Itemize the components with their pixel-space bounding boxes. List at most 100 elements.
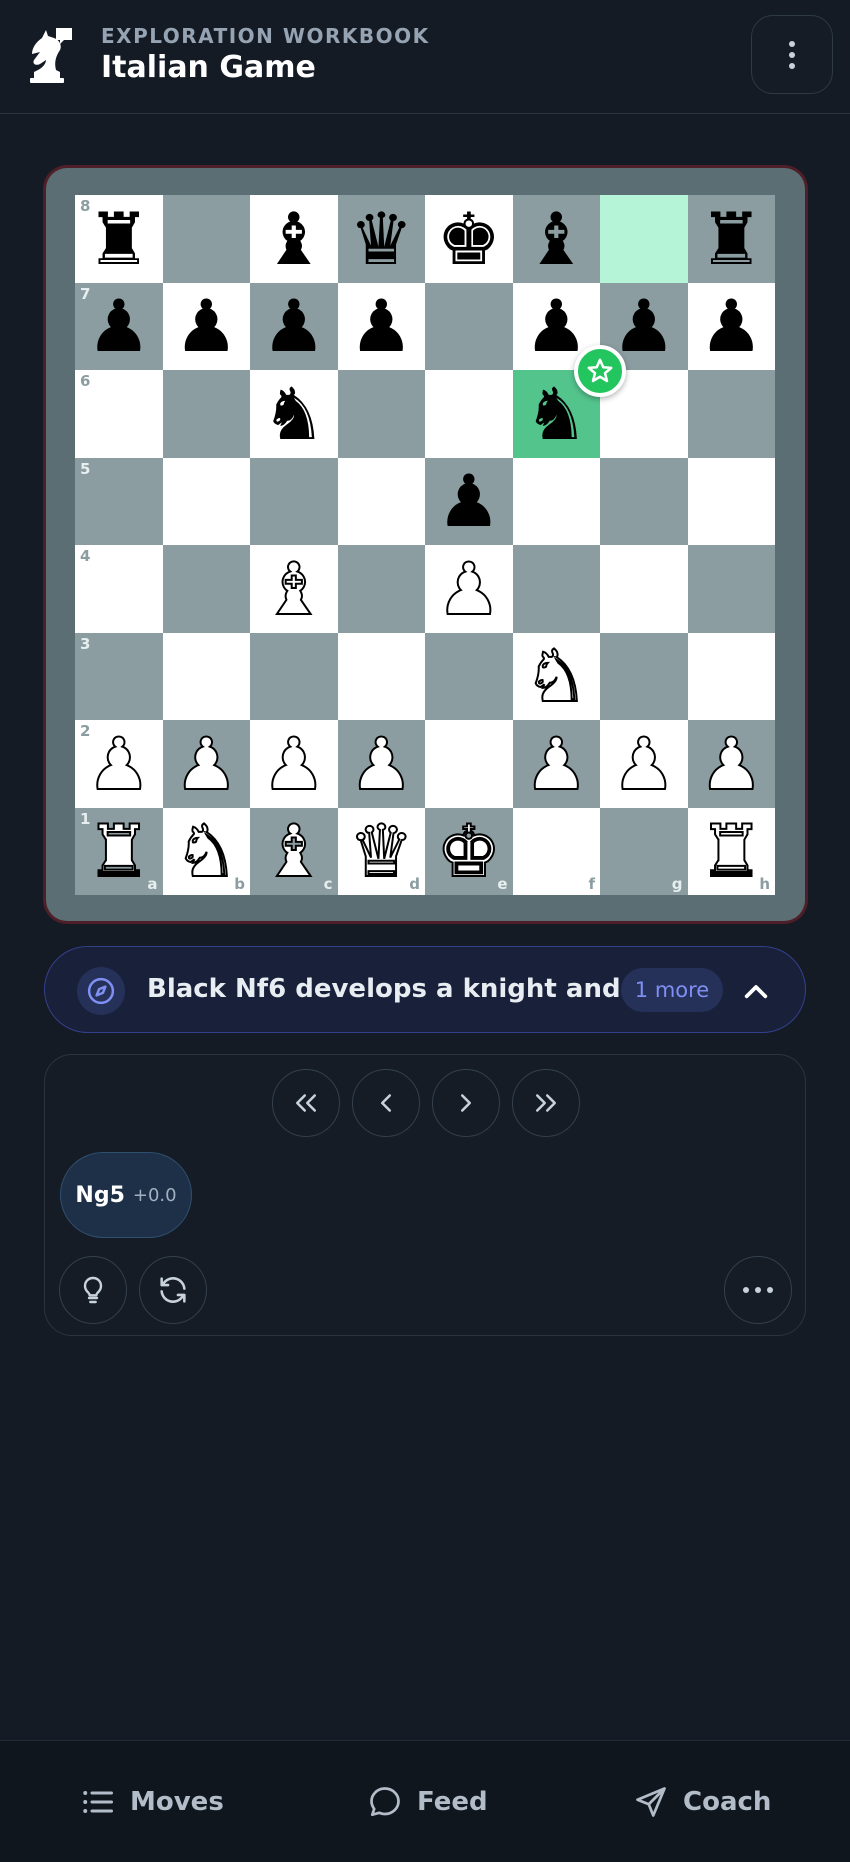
- square-b3[interactable]: [162, 632, 250, 720]
- black-pawn-icon[interactable]: ♟: [699, 290, 764, 362]
- black-queen-icon[interactable]: ♛: [349, 203, 414, 275]
- square-a2[interactable]: 2 ♟: [75, 720, 163, 808]
- white-pawn-icon[interactable]: ♟: [435, 552, 502, 626]
- square-a1[interactable]: 1 a ♜: [75, 807, 163, 895]
- black-bishop-icon[interactable]: ♝: [524, 203, 589, 275]
- white-bishop-icon[interactable]: ♝: [260, 814, 327, 888]
- square-e4[interactable]: ♟: [425, 545, 513, 633]
- white-pawn-icon[interactable]: ♟: [85, 727, 152, 801]
- white-pawn-icon[interactable]: ♟: [260, 727, 327, 801]
- square-c8[interactable]: ♝: [250, 195, 338, 283]
- black-rook-icon[interactable]: ♜: [86, 203, 151, 275]
- square-d5[interactable]: [337, 457, 425, 545]
- square-b2[interactable]: ♟: [162, 720, 250, 808]
- square-b5[interactable]: [162, 457, 250, 545]
- square-e5[interactable]: ♟: [425, 457, 513, 545]
- square-d6[interactable]: [337, 370, 425, 458]
- square-b4[interactable]: [162, 545, 250, 633]
- square-e2[interactable]: [425, 720, 513, 808]
- square-g2[interactable]: ♟: [600, 720, 688, 808]
- nav-moves[interactable]: Moves: [80, 1741, 224, 1862]
- black-pawn-icon[interactable]: ♟: [436, 465, 501, 537]
- black-rook-icon[interactable]: ♜: [699, 203, 764, 275]
- white-rook-icon[interactable]: ♜: [698, 814, 765, 888]
- candidate-move-chip[interactable]: Ng5 +0.0: [60, 1152, 192, 1238]
- white-queen-icon[interactable]: ♛: [348, 814, 415, 888]
- white-king-icon[interactable]: ♚: [435, 814, 502, 888]
- square-d2[interactable]: ♟: [337, 720, 425, 808]
- square-a6[interactable]: 6: [75, 370, 163, 458]
- square-e8[interactable]: ♚: [425, 195, 513, 283]
- white-bishop-icon[interactable]: ♝: [260, 552, 327, 626]
- square-d1[interactable]: d ♛: [337, 807, 425, 895]
- chess-board[interactable]: 8 ♜ ♝ ♛ ♚ ♝ ♜ 7 ♟ ♟ ♟ ♟ ♟ ♟ ♟ 6 ♞ ♞ 5 ♟ 4 ♝ ♟ 3 ♞ 2 ♟ ♟ ♟ ♟ ♟ ♟ ♟ 1 a ♜ b ♞ c ♝…: [75, 195, 775, 895]
- black-knight-icon[interactable]: ♞: [524, 378, 589, 450]
- square-d3[interactable]: [337, 632, 425, 720]
- square-c7[interactable]: ♟: [250, 282, 338, 370]
- nav-feed[interactable]: Feed: [367, 1741, 488, 1862]
- next-move-button[interactable]: [432, 1069, 500, 1137]
- square-g4[interactable]: [600, 545, 688, 633]
- square-g3[interactable]: [600, 632, 688, 720]
- square-d8[interactable]: ♛: [337, 195, 425, 283]
- square-f2[interactable]: ♟: [512, 720, 600, 808]
- square-b8[interactable]: [162, 195, 250, 283]
- white-rook-icon[interactable]: ♜: [85, 814, 152, 888]
- square-e1[interactable]: e ♚: [425, 807, 513, 895]
- square-h1[interactable]: h ♜: [687, 807, 775, 895]
- square-h8[interactable]: ♜: [687, 195, 775, 283]
- square-h7[interactable]: ♟: [687, 282, 775, 370]
- last-move-button[interactable]: [512, 1069, 580, 1137]
- white-pawn-icon[interactable]: ♟: [610, 727, 677, 801]
- square-a3[interactable]: 3: [75, 632, 163, 720]
- square-f3[interactable]: ♞: [512, 632, 600, 720]
- square-g1[interactable]: g: [600, 807, 688, 895]
- square-f1[interactable]: f: [512, 807, 600, 895]
- square-f4[interactable]: [512, 545, 600, 633]
- square-h4[interactable]: [687, 545, 775, 633]
- square-b1[interactable]: b ♞: [162, 807, 250, 895]
- black-pawn-icon[interactable]: ♟: [86, 290, 151, 362]
- white-knight-icon[interactable]: ♞: [173, 814, 240, 888]
- square-e6[interactable]: [425, 370, 513, 458]
- square-c4[interactable]: ♝: [250, 545, 338, 633]
- square-a5[interactable]: 5: [75, 457, 163, 545]
- hint-button[interactable]: [59, 1256, 127, 1324]
- square-h5[interactable]: [687, 457, 775, 545]
- white-pawn-icon[interactable]: ♟: [173, 727, 240, 801]
- square-h3[interactable]: [687, 632, 775, 720]
- chevron-up-icon[interactable]: [740, 975, 772, 1007]
- white-pawn-icon[interactable]: ♟: [348, 727, 415, 801]
- more-comments-badge[interactable]: 1 more: [621, 968, 723, 1012]
- white-knight-icon[interactable]: ♞: [523, 639, 590, 713]
- square-e3[interactable]: [425, 632, 513, 720]
- black-pawn-icon[interactable]: ♟: [349, 290, 414, 362]
- square-b7[interactable]: ♟: [162, 282, 250, 370]
- white-pawn-icon[interactable]: ♟: [698, 727, 765, 801]
- square-b6[interactable]: [162, 370, 250, 458]
- square-e7[interactable]: [425, 282, 513, 370]
- square-c2[interactable]: ♟: [250, 720, 338, 808]
- black-bishop-icon[interactable]: ♝: [261, 203, 326, 275]
- square-c3[interactable]: [250, 632, 338, 720]
- black-pawn-icon[interactable]: ♟: [611, 290, 676, 362]
- square-c5[interactable]: [250, 457, 338, 545]
- square-g8[interactable]: [600, 195, 688, 283]
- flip-board-button[interactable]: [139, 1256, 207, 1324]
- white-pawn-icon[interactable]: ♟: [523, 727, 590, 801]
- black-knight-icon[interactable]: ♞: [261, 378, 326, 450]
- square-d7[interactable]: ♟: [337, 282, 425, 370]
- square-a4[interactable]: 4: [75, 545, 163, 633]
- move-comment-bar[interactable]: Black Nf6 develops a knight and ... 1 mo…: [44, 946, 806, 1033]
- previous-move-button[interactable]: [352, 1069, 420, 1137]
- square-f5[interactable]: [512, 457, 600, 545]
- black-king-icon[interactable]: ♚: [436, 203, 501, 275]
- square-h2[interactable]: ♟: [687, 720, 775, 808]
- square-a7[interactable]: 7 ♟: [75, 282, 163, 370]
- more-options-button[interactable]: [724, 1256, 792, 1324]
- black-pawn-icon[interactable]: ♟: [524, 290, 589, 362]
- black-pawn-icon[interactable]: ♟: [174, 290, 239, 362]
- black-pawn-icon[interactable]: ♟: [261, 290, 326, 362]
- first-move-button[interactable]: [272, 1069, 340, 1137]
- square-h6[interactable]: [687, 370, 775, 458]
